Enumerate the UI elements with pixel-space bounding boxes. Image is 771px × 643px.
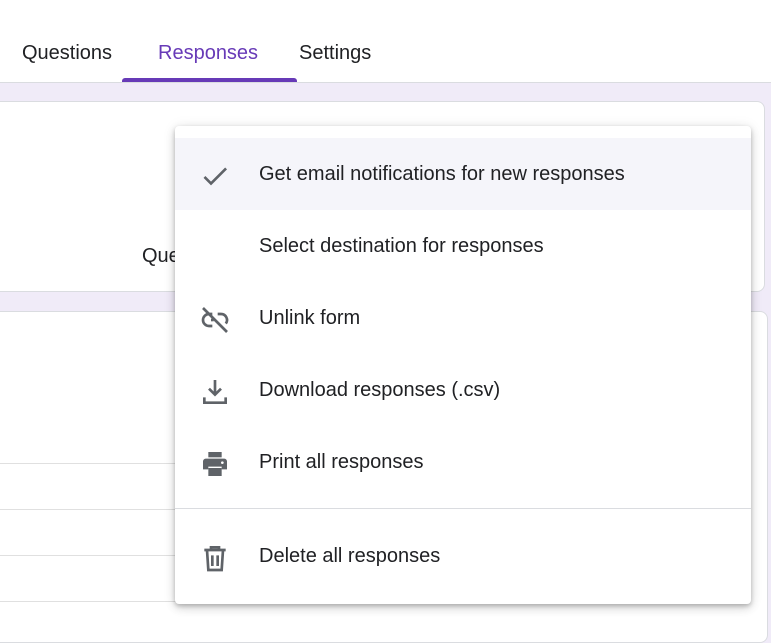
menu-item-label: Unlink form (259, 307, 361, 329)
menu-item-delete-all[interactable]: Delete all responses (175, 520, 751, 592)
menu-item-label: Print all responses (259, 451, 424, 473)
trash-icon (204, 546, 226, 572)
menu-divider (175, 508, 751, 509)
check-icon (203, 167, 227, 186)
row-divider (0, 463, 200, 464)
download-icon (203, 380, 227, 404)
menu-item-label: Download responses (.csv) (259, 379, 501, 401)
tab-responses[interactable]: Responses (158, 42, 258, 70)
active-tab-indicator (122, 78, 297, 82)
menu-item-label: Get email notifications for new response… (259, 163, 625, 185)
menu-item-label: Delete all responses (259, 545, 441, 567)
menu-item-label: Select destination for responses (259, 235, 544, 257)
tab-questions[interactable]: Questions (22, 42, 112, 70)
top-bar: Questions Responses Settings (0, 0, 771, 83)
menu-item-email-notifications[interactable]: Get email notifications for new response… (175, 138, 751, 210)
row-divider (0, 555, 200, 556)
link-off-icon (201, 307, 229, 333)
printer-icon (203, 452, 227, 476)
responses-more-menu: Get email notifications for new response… (175, 126, 751, 604)
row-divider (0, 601, 200, 602)
menu-item-print-all[interactable]: Print all responses (175, 426, 751, 498)
row-divider (0, 509, 200, 510)
menu-item-select-destination[interactable]: Select destination for responses (175, 210, 751, 282)
menu-item-unlink-form[interactable]: Unlink form (175, 282, 751, 354)
tab-settings[interactable]: Settings (299, 42, 371, 70)
menu-item-download-csv[interactable]: Download responses (.csv) (175, 354, 751, 426)
